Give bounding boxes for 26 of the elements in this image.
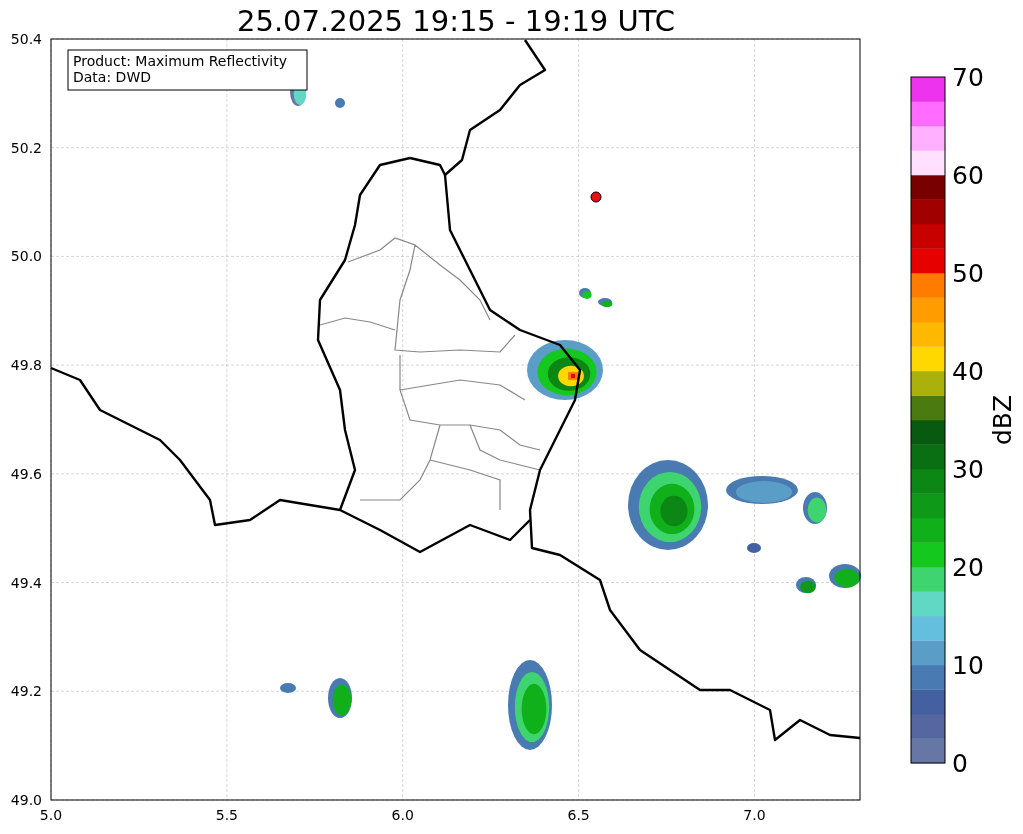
latitude-label: 50.0: [10, 248, 42, 265]
longitude-label: 5.5: [215, 807, 238, 823]
latitude-label: 49.6: [10, 465, 42, 482]
longitude-label: 6.5: [567, 807, 590, 823]
colorbar-tick-label: 40: [952, 357, 984, 386]
latitude-label: 49.4: [10, 574, 42, 591]
colorbar-label: dBZ: [988, 394, 1017, 446]
colorbar-tick-label: 0: [952, 749, 968, 778]
colorbar-tick-label: 30: [952, 455, 984, 484]
colorbar-tick-label: 10: [952, 651, 984, 680]
latitude-label: 49.2: [10, 683, 42, 700]
chart-title: 25.07.2025 19:15 - 19:19 UTC: [237, 4, 675, 38]
location-marker: [590, 191, 602, 203]
latitude-label: 50.4: [10, 31, 42, 47]
latitude-label: 49.8: [10, 357, 42, 374]
info-text: Data: DWD: [73, 69, 151, 85]
longitude-label: 6.0: [391, 807, 414, 823]
colorbar-tick-label: 20: [952, 553, 984, 582]
colorbar-tick-label: 50: [952, 259, 984, 288]
longitude-label: 5.0: [39, 807, 63, 823]
latitude-label: 49.0: [10, 792, 42, 808]
colorbar-tick-label: 70: [952, 63, 984, 92]
info-text: Product: Maximum Reflectivity: [73, 53, 287, 69]
latitude-label: 50.2: [10, 139, 42, 156]
colorbar-tick-label: 60: [952, 161, 984, 190]
longitude-label: 7.0: [743, 807, 766, 823]
